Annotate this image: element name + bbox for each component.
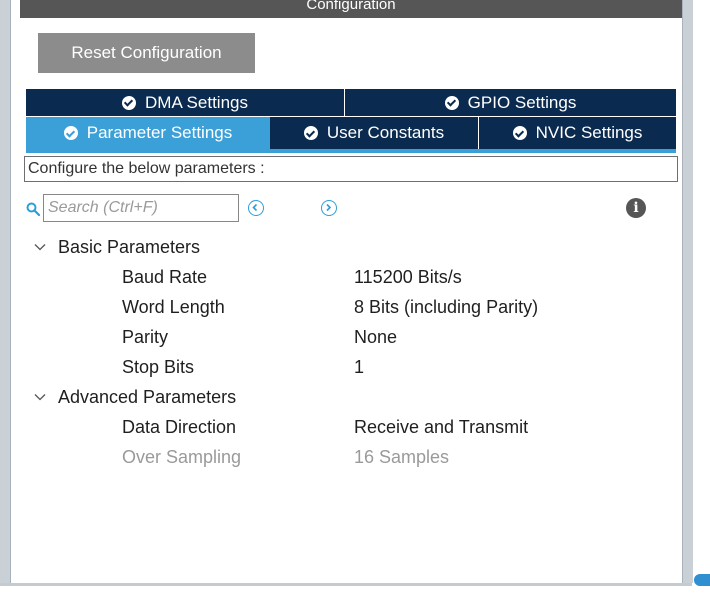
chevron-down-icon bbox=[34, 394, 46, 401]
tab-active-underline bbox=[26, 149, 676, 153]
tab-row-bottom: Parameter Settings User Constants NVIC S… bbox=[26, 117, 676, 149]
tab-user-constants[interactable]: User Constants bbox=[270, 117, 478, 149]
param-value[interactable]: 8 Bits (including Parity) bbox=[354, 292, 538, 322]
tab-label: Parameter Settings bbox=[86, 123, 233, 142]
tab-dma-settings[interactable]: DMA Settings bbox=[26, 89, 344, 116]
scroll-indicator[interactable] bbox=[694, 574, 710, 586]
info-icon[interactable]: i bbox=[626, 198, 646, 218]
param-value[interactable]: None bbox=[354, 322, 397, 352]
group-label: Advanced Parameters bbox=[58, 387, 237, 407]
tab-label: NVIC Settings bbox=[535, 123, 643, 142]
configuration-panel: Configuration Reset Configuration DMA Se… bbox=[20, 0, 682, 583]
check-circle-icon bbox=[63, 126, 78, 140]
param-row-data-direction[interactable]: Data Direction Receive and Transmit bbox=[32, 412, 672, 442]
param-name: Over Sampling bbox=[122, 447, 242, 467]
chevron-left-icon bbox=[252, 203, 258, 212]
parameter-tree: Basic Parameters Baud Rate 115200 Bits/s… bbox=[32, 232, 672, 472]
next-match-button[interactable] bbox=[321, 200, 337, 216]
tab-label: User Constants bbox=[326, 123, 445, 142]
param-row-over-sampling: Over Sampling 16 Samples bbox=[32, 442, 672, 472]
param-name: Baud Rate bbox=[122, 267, 208, 287]
param-value: 16 Samples bbox=[354, 447, 450, 467]
chevron-down-icon bbox=[34, 244, 46, 251]
tab-gpio-settings[interactable]: GPIO Settings bbox=[344, 89, 676, 116]
param-row-word-length[interactable]: Word Length 8 Bits (including Parity) bbox=[32, 292, 672, 322]
param-row-parity[interactable]: Parity None bbox=[32, 322, 672, 352]
group-basic-parameters[interactable]: Basic Parameters bbox=[32, 232, 672, 262]
previous-match-button[interactable] bbox=[248, 200, 264, 216]
param-value[interactable]: 1 bbox=[354, 352, 364, 382]
side-strip bbox=[692, 0, 710, 583]
param-row-stop-bits[interactable]: Stop Bits 1 bbox=[32, 352, 672, 382]
tab-nvic-settings[interactable]: NVIC Settings bbox=[478, 117, 676, 149]
reset-configuration-button[interactable]: Reset Configuration bbox=[38, 33, 255, 73]
param-name: Stop Bits bbox=[122, 357, 195, 377]
check-circle-icon bbox=[303, 126, 318, 140]
parameters-description: Configure the below parameters : bbox=[24, 156, 678, 182]
check-circle-icon bbox=[122, 95, 136, 110]
param-name: Data Direction bbox=[122, 417, 237, 437]
group-advanced-parameters[interactable]: Advanced Parameters bbox=[32, 382, 672, 412]
param-name: Parity bbox=[122, 327, 169, 347]
tab-label: GPIO Settings bbox=[467, 92, 577, 112]
tab-parameter-settings[interactable]: Parameter Settings bbox=[26, 117, 270, 149]
param-value[interactable]: 115200 Bits/s bbox=[354, 262, 462, 292]
group-label: Basic Parameters bbox=[58, 237, 201, 257]
search-input[interactable] bbox=[43, 194, 239, 222]
param-value[interactable]: Receive and Transmit bbox=[354, 412, 528, 442]
window-frame-right bbox=[682, 0, 693, 583]
tab-row-top: DMA Settings GPIO Settings bbox=[26, 89, 676, 116]
param-row-baud-rate[interactable]: Baud Rate 115200 Bits/s bbox=[32, 262, 672, 292]
window-bottom-border bbox=[0, 583, 692, 586]
param-name: Word Length bbox=[122, 297, 225, 317]
check-circle-icon bbox=[444, 95, 459, 110]
panel-title: Configuration bbox=[20, 0, 682, 18]
search-toolbar: i bbox=[26, 194, 676, 224]
check-circle-icon bbox=[512, 126, 527, 140]
search-icon[interactable] bbox=[26, 202, 40, 216]
window-frame-left bbox=[0, 0, 11, 583]
tab-label: DMA Settings bbox=[145, 92, 248, 112]
chevron-right-icon bbox=[326, 203, 332, 212]
